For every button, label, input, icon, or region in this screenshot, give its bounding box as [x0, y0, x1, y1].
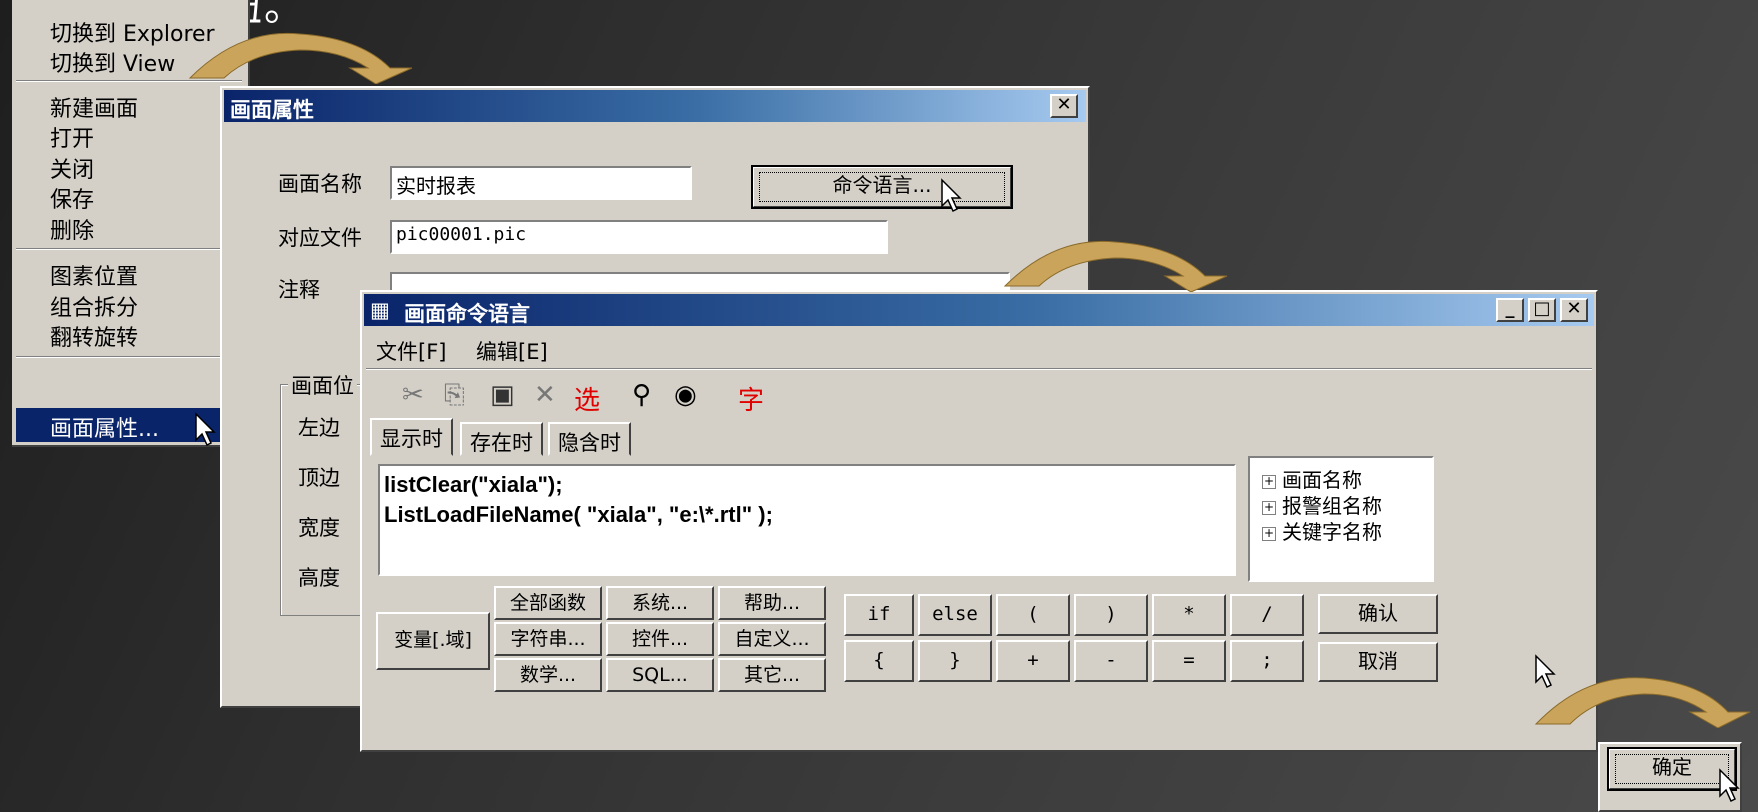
- mouse-cursor-icon: [1535, 654, 1556, 689]
- code-editor[interactable]: listClear("xiala"); ListLoadFileName( "x…: [378, 464, 1236, 576]
- menu-item-element-position[interactable]: 图素位置: [50, 259, 138, 291]
- position-group-label: 画面位: [288, 370, 357, 400]
- command-language-button[interactable]: 命令语言...: [751, 165, 1013, 209]
- paste-icon[interactable]: ▣: [490, 380, 515, 410]
- menu-item-open[interactable]: 打开: [50, 121, 94, 153]
- name-label: 画面名称: [278, 172, 362, 196]
- tree-item[interactable]: + 报警组名称: [1262, 490, 1382, 519]
- tree-item[interactable]: + 画面名称: [1262, 464, 1362, 493]
- comment-label: 注释: [278, 278, 320, 302]
- width-label: 宽度: [298, 516, 340, 540]
- command-language-dialog: ▦ 画面命令语言 _ □ ✕ 文件[F] 编辑[E] ✂ ⎘ ▣ ✕ 选 ⚲ ◉…: [360, 290, 1598, 752]
- system-button[interactable]: 系统...: [606, 586, 714, 620]
- mouse-cursor-icon: [941, 178, 962, 213]
- expand-icon[interactable]: +: [1262, 526, 1276, 541]
- op-lparen-button[interactable]: (: [996, 594, 1070, 636]
- variable-button[interactable]: 变量[.域]: [376, 612, 490, 670]
- op-minus-button[interactable]: -: [1074, 640, 1148, 682]
- arrow-icon: [1003, 240, 1228, 292]
- left-label: 左边: [298, 416, 340, 440]
- titlebar: ▦ 画面命令语言 _ □ ✕: [364, 294, 1594, 326]
- close-button[interactable]: ✕: [1050, 94, 1078, 118]
- cancel-button[interactable]: 取消: [1318, 642, 1438, 682]
- file-input[interactable]: pic00001.pic: [390, 220, 888, 254]
- op-rbrace-button[interactable]: }: [918, 640, 992, 682]
- dialog-title: 画面属性: [230, 98, 314, 122]
- menu-item-group-split[interactable]: 组合拆分: [50, 290, 138, 322]
- control-button[interactable]: 控件...: [606, 622, 714, 656]
- op-else-button[interactable]: else: [918, 594, 992, 636]
- menu-item-flip-rotate[interactable]: 翻转旋转: [50, 320, 138, 352]
- page-name-input[interactable]: 实时报表: [390, 166, 692, 200]
- dialog-title: 画面命令语言: [404, 302, 530, 326]
- tree-item[interactable]: + 关键字名称: [1262, 516, 1382, 545]
- replace-icon[interactable]: ◉: [674, 380, 697, 410]
- op-plus-button[interactable]: +: [996, 640, 1070, 682]
- menu-item-close[interactable]: 关闭: [50, 152, 94, 184]
- menu-separator: [16, 248, 242, 250]
- file-label: 对应文件: [278, 226, 362, 250]
- help-button[interactable]: 帮助...: [718, 586, 826, 620]
- maximize-button[interactable]: □: [1528, 298, 1556, 322]
- op-if-button[interactable]: if: [844, 594, 914, 636]
- custom-button[interactable]: 自定义...: [718, 622, 826, 656]
- arrow-icon: [188, 32, 413, 84]
- tab-while-exists[interactable]: 存在时: [460, 422, 543, 456]
- all-functions-button[interactable]: 全部函数: [494, 586, 602, 620]
- delete-icon[interactable]: ✕: [534, 380, 556, 410]
- other-button[interactable]: 其它...: [718, 658, 826, 692]
- top-label: 顶边: [298, 466, 340, 490]
- menu-item-delete[interactable]: 删除: [50, 213, 94, 245]
- menu-item-save[interactable]: 保存: [50, 182, 94, 214]
- expand-icon[interactable]: +: [1262, 500, 1276, 515]
- arrow-icon: [1534, 677, 1751, 728]
- math-button[interactable]: 数学...: [494, 658, 602, 692]
- op-divide-button[interactable]: /: [1230, 594, 1304, 636]
- op-rparen-button[interactable]: ): [1074, 594, 1148, 636]
- confirm-button[interactable]: 确定: [1607, 747, 1737, 791]
- menu-file[interactable]: 文件[F]: [376, 336, 446, 366]
- height-label: 高度: [298, 566, 340, 590]
- menu-item-switch-view[interactable]: 切换到 View: [50, 46, 175, 78]
- select-text-icon[interactable]: 选: [574, 380, 600, 417]
- string-button[interactable]: 字符串...: [494, 622, 602, 656]
- name-tree[interactable]: + 画面名称 + 报警组名称 + 关键字名称: [1248, 456, 1434, 582]
- mouse-cursor-icon: [1719, 768, 1740, 803]
- font-icon[interactable]: 字: [738, 380, 764, 417]
- menu-item-new[interactable]: 新建画面: [50, 91, 138, 123]
- close-button[interactable]: ✕: [1560, 298, 1588, 322]
- tab-on-hide[interactable]: 隐含时: [548, 422, 631, 456]
- titlebar: 画面属性 ✕: [224, 90, 1086, 122]
- mouse-cursor-icon: [195, 412, 216, 447]
- find-icon[interactable]: ⚲: [632, 380, 651, 410]
- op-lbrace-button[interactable]: {: [844, 640, 914, 682]
- tab-on-show[interactable]: 显示时: [370, 418, 453, 456]
- cut-icon[interactable]: ✂: [402, 380, 424, 410]
- code-line: listClear("xiala");: [384, 472, 563, 497]
- app-icon: ▦: [370, 298, 390, 322]
- code-line: ListLoadFileName( "xiala", "e:\*.rtl" );: [384, 502, 773, 527]
- sql-button[interactable]: SQL...: [606, 658, 714, 692]
- menu-edit[interactable]: 编辑[E]: [476, 336, 548, 366]
- op-equals-button[interactable]: =: [1152, 640, 1226, 682]
- toolbar-separator: [366, 368, 1592, 370]
- op-multiply-button[interactable]: *: [1152, 594, 1226, 636]
- minimize-button[interactable]: _: [1496, 298, 1524, 322]
- ok-button[interactable]: 确认: [1318, 594, 1438, 634]
- copy-icon[interactable]: ⎘: [444, 380, 465, 411]
- expand-icon[interactable]: +: [1262, 474, 1276, 489]
- op-semicolon-button[interactable]: ;: [1230, 640, 1304, 682]
- menu-separator: [16, 356, 242, 358]
